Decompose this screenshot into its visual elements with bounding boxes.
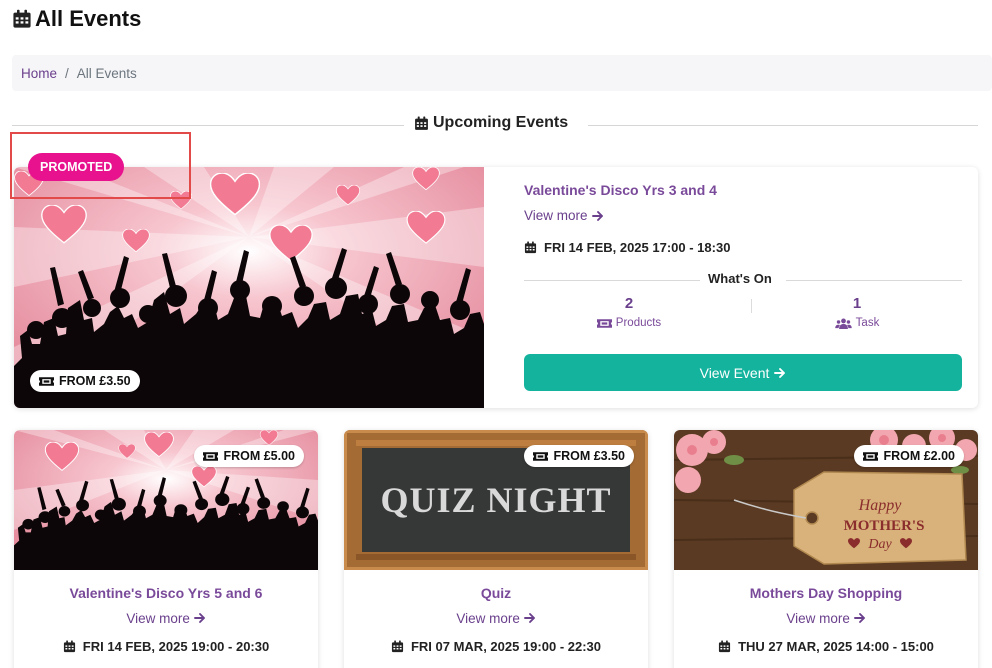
products-label: Products [524, 317, 734, 329]
featured-event-card: FROM £3.50 Valentine's Disco Yrs 3 and 4… [14, 167, 978, 408]
tag-text-day: Day [867, 537, 892, 552]
view-event-label: View Event [699, 364, 770, 381]
event-date: FRI 07 MAR, 2025 19:00 - 22:30 [344, 639, 648, 654]
divider-line-right [786, 280, 962, 281]
divider-line-right [588, 125, 978, 126]
price-badge: FROM £3.50 [524, 445, 634, 467]
promoted-badge: PROMOTED [28, 153, 125, 181]
view-more-text: View more [786, 611, 850, 626]
section-title-text: Upcoming Events [433, 114, 569, 131]
task-label-text: Task [855, 317, 880, 329]
task-count: 1 [852, 295, 862, 312]
price-badge: FROM £2.00 [854, 445, 964, 467]
view-more-link[interactable]: View more [14, 611, 318, 626]
divider-line-left [524, 280, 700, 281]
whats-on-divider: What's On [524, 271, 962, 287]
arrow-right-icon [774, 367, 786, 379]
event-title[interactable]: Valentine's Disco Yrs 3 and 4 [524, 182, 717, 198]
event-date: THU 27 MAR, 2025 14:00 - 15:00 [674, 639, 978, 654]
view-more-link[interactable]: View more [674, 611, 978, 626]
view-more-text: View more [456, 611, 520, 626]
users-icon [835, 318, 852, 329]
arrow-right-icon [194, 612, 206, 624]
event-date: FRI 14 FEB, 2025 17:00 - 18:30 [524, 240, 730, 255]
event-date-text: FRI 07 MAR, 2025 19:00 - 22:30 [410, 639, 602, 654]
event-title[interactable]: Mothers Day Shopping [674, 585, 978, 601]
arrow-right-icon [592, 210, 604, 222]
ticket-icon [533, 451, 548, 462]
price-text: FROM £2.00 [883, 449, 955, 463]
view-more-text: View more [126, 611, 190, 626]
section-title: Upcoming Events [414, 114, 568, 132]
arrow-right-icon [854, 612, 866, 624]
ticket-icon [863, 451, 878, 462]
quiz-night-text: QUIZ NIGHT [380, 480, 611, 520]
breadcrumb-current: All Events [76, 65, 137, 81]
event-title[interactable]: Quiz [344, 585, 648, 601]
page-title-text: All Events [35, 6, 142, 31]
event-card: QUIZ NIGHT FROM £3.50 Quiz View more FRI… [344, 430, 648, 668]
breadcrumb-home-link[interactable]: Home [21, 66, 57, 81]
ticket-icon [203, 451, 218, 462]
view-more-link[interactable]: View more [344, 611, 648, 626]
view-more-text: View more [524, 208, 588, 223]
products-count: 2 [624, 295, 634, 312]
arrow-right-icon [524, 612, 536, 624]
featured-event-details: Valentine's Disco Yrs 3 and 4 View more … [524, 167, 962, 408]
page-title: All Events [12, 6, 141, 32]
products-stat: 2 Products [524, 295, 734, 329]
event-date: FRI 14 FEB, 2025 19:00 - 20:30 [14, 639, 318, 654]
event-title[interactable]: Valentine's Disco Yrs 5 and 6 [14, 585, 318, 601]
price-text: FROM £5.00 [223, 449, 295, 463]
price-text: FROM £3.50 [553, 449, 625, 463]
view-event-button[interactable]: View Event [524, 354, 962, 391]
event-date-text: FRI 14 FEB, 2025 19:00 - 20:30 [82, 639, 270, 654]
event-date-text: THU 27 MAR, 2025 14:00 - 15:00 [738, 639, 934, 654]
calendar-icon [12, 9, 32, 29]
price-text: FROM £3.50 [59, 374, 131, 388]
calendar-icon [414, 116, 429, 131]
calendar-icon [63, 640, 76, 653]
divider-line-left [12, 125, 404, 126]
products-label-text: Products [615, 317, 662, 329]
breadcrumb-separator: / [65, 65, 69, 81]
tag-text-mothers: MOTHER'S [844, 518, 925, 534]
view-more-link[interactable]: View more [524, 208, 604, 223]
calendar-icon [718, 640, 731, 653]
whats-on-label: What's On [708, 271, 772, 286]
breadcrumb: Home / All Events [12, 55, 992, 91]
price-badge: FROM £3.50 [30, 370, 140, 392]
calendar-icon [391, 640, 404, 653]
tag-text-happy: Happy [858, 497, 903, 514]
ticket-icon [39, 376, 54, 387]
event-date-text: FRI 14 FEB, 2025 17:00 - 18:30 [544, 240, 731, 255]
event-card: Happy MOTHER'S Day FROM £2.00 Mothers Da… [674, 430, 978, 668]
event-card: FROM £5.00 Valentine's Disco Yrs 5 and 6… [14, 430, 318, 668]
calendar-icon [524, 241, 537, 254]
price-badge: FROM £5.00 [194, 445, 304, 467]
ticket-icon [597, 318, 612, 329]
task-label: Task [752, 317, 962, 329]
task-stat: 1 Task [752, 295, 962, 329]
